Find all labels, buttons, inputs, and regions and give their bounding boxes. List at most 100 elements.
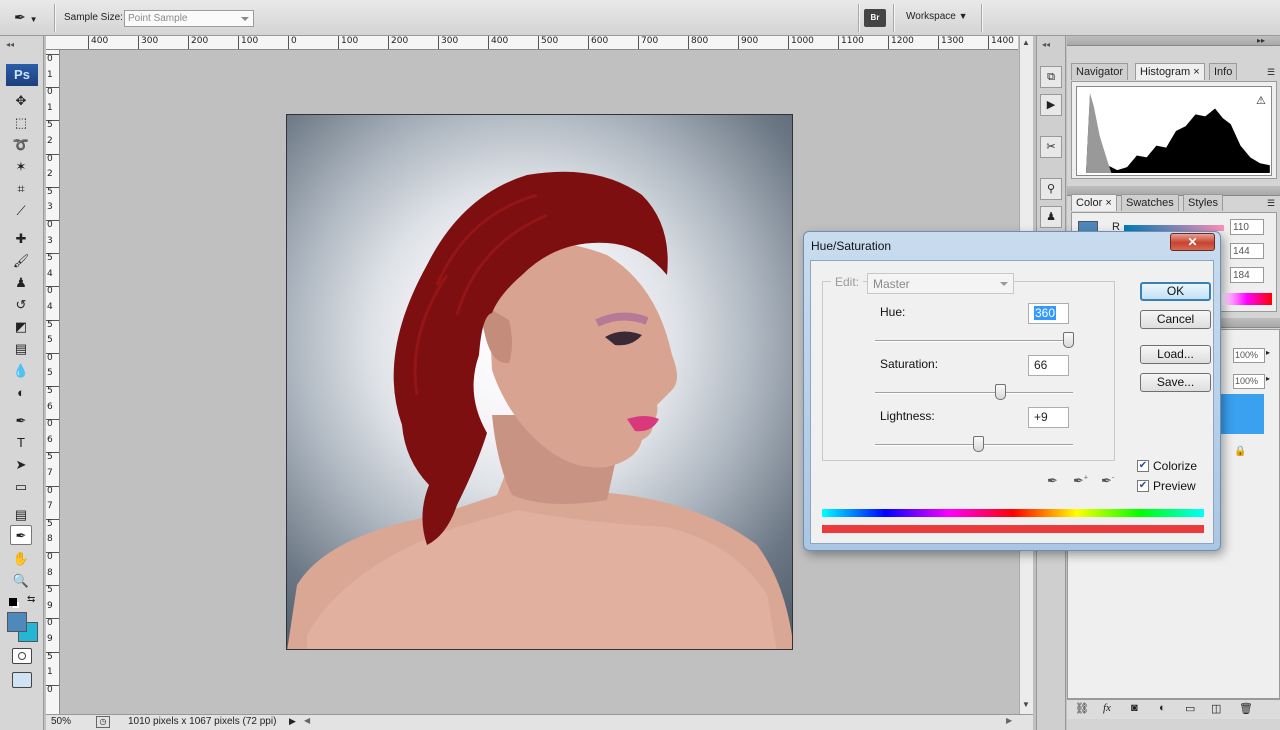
history-brush-tool-icon[interactable]: ↺ <box>10 294 32 314</box>
shape-tool-icon[interactable]: ▭ <box>10 476 32 496</box>
delete-layer-icon[interactable]: 🗑 <box>1239 702 1253 715</box>
path-selection-tool-icon[interactable]: ➤ <box>10 454 32 474</box>
fill-field[interactable]: 100% <box>1233 374 1265 389</box>
lightness-slider-thumb[interactable] <box>973 436 984 452</box>
panel-group-header[interactable] <box>1067 36 1280 46</box>
healing-brush-tool-icon[interactable]: ✚ <box>10 228 32 248</box>
preview-checkbox[interactable]: ✔ <box>1137 480 1149 492</box>
zoom-level[interactable]: 50% <box>51 716 71 727</box>
panel-menu-icon[interactable]: ☰ <box>1267 198 1275 209</box>
slice-tool-icon[interactable]: ⟋ <box>10 200 32 220</box>
quick-mask-icon[interactable] <box>12 648 32 664</box>
fill-arrow-icon[interactable]: ▸ <box>1266 374 1270 383</box>
add-to-sample-eyedropper-icon[interactable]: ✒+ <box>1073 473 1088 489</box>
zoom-tool-icon[interactable]: 🔍 <box>10 570 32 590</box>
options-bar: ✒ ▼ Sample Size: Point Sample Br Workspa… <box>0 0 1280 36</box>
toolbox-collapse-icon[interactable]: ◂◂ <box>6 40 14 49</box>
cancel-button[interactable]: Cancel <box>1140 310 1211 329</box>
dialog-close-button[interactable]: ✕ <box>1170 233 1215 251</box>
default-colors-icon[interactable] <box>9 598 17 606</box>
edit-select[interactable]: Master <box>867 273 1014 294</box>
scroll-left-icon[interactable]: ◀ <box>304 716 310 725</box>
eyedropper-tool-icon[interactable]: ✒ <box>10 525 32 545</box>
ok-button[interactable]: OK <box>1140 282 1211 301</box>
clone-stamp-tool-icon[interactable]: ♟ <box>10 272 32 292</box>
workspace-menu[interactable]: Workspace ▼ <box>906 11 968 22</box>
pen-tool-icon[interactable]: ✒ <box>10 410 32 430</box>
sample-size-value: Point Sample <box>128 13 188 24</box>
lasso-tool-icon[interactable]: ➰ <box>10 134 32 154</box>
crop-tool-icon[interactable]: ⌗ <box>10 178 32 198</box>
opacity-arrow-icon[interactable]: ▸ <box>1266 348 1270 357</box>
move-tool-icon[interactable]: ✥ <box>10 90 32 110</box>
green-value-field[interactable]: 144 <box>1230 243 1264 259</box>
bridge-icon[interactable]: Br <box>864 9 886 27</box>
panel-dock-collapse-icon[interactable]: ▸▸ <box>1257 36 1265 45</box>
tool-presets-icon[interactable]: ✂ <box>1040 136 1062 158</box>
close-icon[interactable]: × <box>1193 66 1199 78</box>
saturation-slider-track[interactable] <box>875 392 1073 394</box>
layer-style-icon[interactable]: fx <box>1103 702 1111 714</box>
eraser-tool-icon[interactable]: ◩ <box>10 316 32 336</box>
hue-slider-thumb[interactable] <box>1063 332 1074 348</box>
hue-slider-track[interactable] <box>875 340 1073 342</box>
blue-value-field[interactable]: 184 <box>1230 267 1264 283</box>
actions-panel-icon[interactable]: ▶ <box>1040 94 1062 116</box>
selected-layer-row[interactable] <box>1218 394 1264 434</box>
blur-tool-icon[interactable]: 💧 <box>10 360 32 380</box>
brushes-panel-icon[interactable]: ⚲ <box>1040 178 1062 200</box>
marquee-tool-icon[interactable]: ⬚ <box>10 112 32 132</box>
hand-tool-icon[interactable]: ✋ <box>10 548 32 568</box>
clone-source-icon[interactable]: ♟ <box>1040 206 1062 228</box>
notes-tool-icon[interactable]: ▤ <box>10 504 32 524</box>
caret-down-icon: ▼ <box>958 11 968 21</box>
ruler-label: 9 <box>47 634 53 644</box>
type-tool-icon[interactable]: T <box>10 432 32 452</box>
status-menu-arrow-icon[interactable]: ▶ <box>289 716 296 727</box>
saturation-slider-thumb[interactable] <box>995 384 1006 400</box>
status-options-icon[interactable]: ◷ <box>96 716 110 728</box>
history-panel-icon[interactable]: ⧉ <box>1040 66 1062 88</box>
scroll-right-icon[interactable]: ▶ <box>1006 716 1012 725</box>
adjustment-layer-icon[interactable]: ◐ <box>1159 702 1166 714</box>
dock-collapse-icon[interactable]: ◂◂ <box>1042 40 1050 49</box>
eyedropper-tool-preset-icon[interactable]: ✒ ▼ <box>14 9 44 27</box>
layer-mask-icon[interactable]: ◙ <box>1131 702 1138 714</box>
eyedropper-icon[interactable]: ✒ <box>1047 473 1058 489</box>
lightness-input[interactable]: +9 <box>1028 407 1069 428</box>
opacity-field[interactable]: 100% <box>1233 348 1265 363</box>
tab-styles[interactable]: Styles <box>1183 194 1223 211</box>
saturation-input[interactable]: 66 <box>1028 355 1069 376</box>
scroll-up-icon[interactable]: ▲ <box>1022 38 1030 47</box>
load-button[interactable]: Load... <box>1140 345 1211 364</box>
brush-tool-icon[interactable]: 🖌 <box>10 250 32 270</box>
ruler-label: 5 <box>47 335 53 346</box>
magic-wand-tool-icon[interactable]: ✶ <box>10 156 32 176</box>
hue-input[interactable]: 360 <box>1028 303 1069 324</box>
new-group-icon[interactable]: ▭ <box>1185 702 1195 715</box>
colorize-checkbox[interactable]: ✔ <box>1137 460 1149 472</box>
save-button[interactable]: Save... <box>1140 373 1211 392</box>
color-spectrum-bar[interactable] <box>1222 293 1272 305</box>
close-icon[interactable]: × <box>1105 197 1111 209</box>
tab-swatches[interactable]: Swatches <box>1121 194 1179 211</box>
dodge-tool-icon[interactable]: ◐ <box>10 382 32 402</box>
screen-mode-icon[interactable] <box>12 672 32 688</box>
panel-menu-icon[interactable]: ☰ <box>1267 67 1275 78</box>
link-layers-icon[interactable]: ⛓ <box>1075 702 1089 715</box>
tab-histogram[interactable]: Histogram × <box>1135 63 1205 80</box>
swap-colors-icon[interactable]: ⇆ <box>27 594 35 605</box>
gradient-tool-icon[interactable]: ▤ <box>10 338 32 358</box>
tab-navigator[interactable]: Navigator <box>1071 63 1129 80</box>
red-value-field[interactable]: 110 <box>1230 219 1264 235</box>
scroll-down-icon[interactable]: ▼ <box>1022 700 1030 709</box>
foreground-color-swatch[interactable] <box>7 612 27 632</box>
new-layer-icon[interactable]: ◫ <box>1211 702 1221 715</box>
tab-color[interactable]: Color × <box>1071 194 1117 211</box>
tab-info[interactable]: Info <box>1209 63 1238 80</box>
ruler-label: 0 <box>46 220 59 230</box>
sample-size-select[interactable]: Point Sample <box>124 10 254 27</box>
warning-icon[interactable]: ⚠ <box>1256 94 1266 107</box>
subtract-from-sample-eyedropper-icon[interactable]: ✒- <box>1101 473 1114 489</box>
portrait-image[interactable] <box>286 114 793 650</box>
